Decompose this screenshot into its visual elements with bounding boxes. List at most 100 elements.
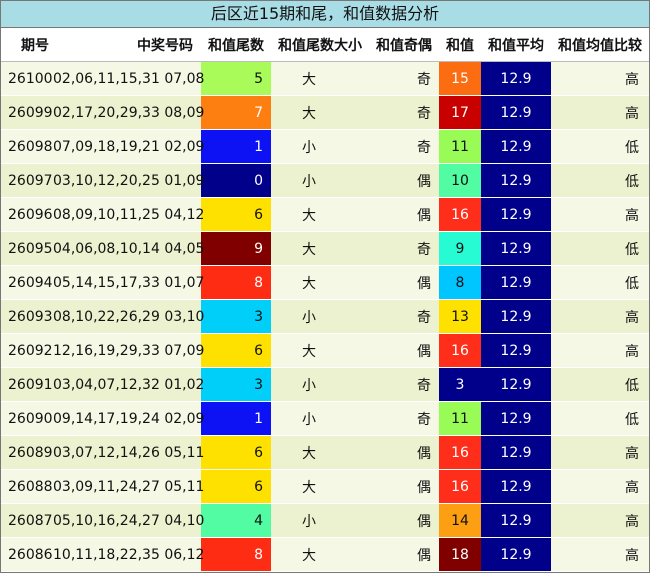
size-cell: 大 [271, 197, 369, 232]
tail-cell: 0 [201, 163, 271, 198]
tail-cell: 9 [201, 231, 271, 266]
table-title: 后区近15期和尾，和值数据分析 [1, 1, 649, 28]
compare-cell: 高 [551, 197, 649, 232]
compare-cell: 低 [551, 401, 649, 436]
avg-cell: 12.9 [481, 537, 551, 572]
size-cell: 大 [271, 469, 369, 504]
parity-cell: 奇 [369, 299, 439, 334]
avg-cell: 12.9 [481, 265, 551, 300]
issue-cell: 26092 [1, 333, 53, 368]
sum-cell: 8 [439, 265, 481, 300]
avg-cell: 12.9 [481, 299, 551, 334]
sum-cell: 16 [439, 435, 481, 470]
sum-cell: 13 [439, 299, 481, 334]
table-row: 26091 03,04,07,12,32 01,02 3 小奇 3 12.9 低 [1, 367, 649, 402]
table-row: 26087 05,10,16,24,27 04,10 4 小偶 14 12.9 高 [1, 503, 649, 538]
compare-cell: 高 [551, 469, 649, 504]
header-issue: 期号 [1, 28, 53, 62]
parity-cell: 偶 [369, 163, 439, 198]
sum-cell: 11 [439, 401, 481, 436]
compare-cell: 高 [551, 95, 649, 130]
issue-cell: 26095 [1, 231, 53, 266]
tail-cell: 1 [201, 401, 271, 436]
avg-cell: 12.9 [481, 163, 551, 198]
avg-cell: 12.9 [481, 469, 551, 504]
compare-cell: 高 [551, 61, 649, 96]
numbers-cell: 10,11,18,22,35 06,12 [53, 537, 204, 572]
size-cell: 小 [271, 503, 369, 538]
table-row: 26094 05,14,15,17,33 01,07 8 大偶 8 12.9 低 [1, 265, 649, 300]
parity-cell: 偶 [369, 503, 439, 538]
size-cell: 小 [271, 163, 369, 198]
numbers-cell: 03,10,12,20,25 01,09 [53, 163, 204, 198]
avg-cell: 12.9 [481, 503, 551, 538]
header-numbers: 中奖号码 [53, 28, 201, 62]
compare-cell: 高 [551, 503, 649, 538]
issue-cell: 26099 [1, 95, 53, 130]
compare-cell: 高 [551, 435, 649, 470]
parity-cell: 奇 [369, 95, 439, 130]
header-size: 和值尾数大小 [271, 28, 369, 62]
analysis-table: 期号 中奖号码 和值尾数 和值尾数大小 和值奇偶 和值 和值平均 和值均值比较 … [1, 28, 649, 572]
compare-cell: 低 [551, 231, 649, 266]
table-row: 26086 10,11,18,22,35 06,12 8 大偶 18 12.9 高 [1, 537, 649, 572]
sum-cell: 16 [439, 197, 481, 232]
sum-cell: 14 [439, 503, 481, 538]
issue-cell: 26090 [1, 401, 53, 436]
size-cell: 大 [271, 95, 369, 130]
avg-cell: 12.9 [481, 367, 551, 402]
numbers-cell: 04,06,08,10,14 04,05 [53, 231, 204, 266]
header-parity: 和值奇偶 [369, 28, 439, 62]
size-cell: 大 [271, 231, 369, 266]
table-row: 26088 03,09,11,24,27 05,11 6 大偶 16 12.9 高 [1, 469, 649, 504]
tail-cell: 8 [201, 265, 271, 300]
header-tail: 和值尾数 [201, 28, 271, 62]
compare-cell: 高 [551, 299, 649, 334]
numbers-cell: 05,10,16,24,27 04,10 [53, 503, 204, 538]
header-avg: 和值平均 [481, 28, 551, 62]
compare-cell: 低 [551, 367, 649, 402]
numbers-cell: 02,17,20,29,33 08,09 [53, 95, 204, 130]
issue-cell: 26097 [1, 163, 53, 198]
parity-cell: 奇 [369, 367, 439, 402]
sum-cell: 15 [439, 61, 481, 96]
size-cell: 大 [271, 61, 369, 96]
avg-cell: 12.9 [481, 129, 551, 164]
parity-cell: 奇 [369, 231, 439, 266]
size-cell: 大 [271, 435, 369, 470]
compare-cell: 低 [551, 129, 649, 164]
tail-cell: 3 [201, 299, 271, 334]
tail-cell: 1 [201, 129, 271, 164]
tail-cell: 8 [201, 537, 271, 572]
table-row: 26096 08,09,10,11,25 04,12 6 大偶 16 12.9 高 [1, 197, 649, 232]
table-row: 26089 03,07,12,14,26 05,11 6 大偶 16 12.9 高 [1, 435, 649, 470]
table-row: 26098 07,09,18,19,21 02,09 1 小奇 11 12.9 低 [1, 129, 649, 164]
sum-cell: 10 [439, 163, 481, 198]
tail-cell: 5 [201, 61, 271, 96]
issue-cell: 26086 [1, 537, 53, 572]
sum-cell: 16 [439, 333, 481, 368]
tail-cell: 3 [201, 367, 271, 402]
issue-cell: 26087 [1, 503, 53, 538]
avg-cell: 12.9 [481, 435, 551, 470]
compare-cell: 低 [551, 163, 649, 198]
tail-cell: 6 [201, 197, 271, 232]
issue-cell: 26098 [1, 129, 53, 164]
table-row: 26097 03,10,12,20,25 01,09 0 小偶 10 12.9 低 [1, 163, 649, 198]
issue-cell: 26093 [1, 299, 53, 334]
table-row: 26092 12,16,19,29,33 07,09 6 大偶 16 12.9 高 [1, 333, 649, 368]
issue-cell: 26100 [1, 61, 53, 96]
numbers-cell: 12,16,19,29,33 07,09 [53, 333, 204, 368]
size-cell: 小 [271, 299, 369, 334]
table-body: 26100 02,06,11,15,31 07,08 5 大奇 15 12.9 高 26099… [1, 61, 649, 572]
parity-cell: 奇 [369, 129, 439, 164]
header-sum: 和值 [439, 28, 481, 62]
table-row: 26095 04,06,08,10,14 04,05 9 大奇 9 12.9 低 [1, 231, 649, 266]
tail-cell: 6 [201, 469, 271, 504]
avg-cell: 12.9 [481, 401, 551, 436]
avg-cell: 12.9 [481, 231, 551, 266]
numbers-cell: 08,10,22,26,29 03,10 [53, 299, 204, 334]
sum-cell: 18 [439, 537, 481, 572]
sum-cell: 16 [439, 469, 481, 504]
analysis-table-frame: 后区近15期和尾，和值数据分析 期号 中奖号码 和值尾数 和值尾数大小 和值奇偶… [0, 0, 650, 573]
